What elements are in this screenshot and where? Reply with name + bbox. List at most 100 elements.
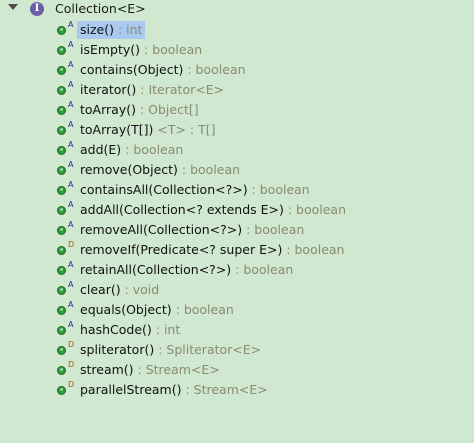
collapse-arrow-icon[interactable] — [8, 4, 18, 10]
member-return-type: : Spliterator<E> — [154, 342, 262, 357]
public-method-icon — [57, 206, 66, 215]
member-signature: spliterator() — [80, 342, 155, 357]
member-row[interactable]: DremoveIf(Predicate<? super E>) : boolea… — [0, 240, 474, 260]
public-method-icon — [57, 186, 66, 195]
public-method-icon — [57, 286, 66, 295]
root-label: Collection<E> — [55, 1, 146, 16]
member-row[interactable]: DparallelStream() : Stream<E> — [0, 380, 474, 400]
member-signature: iterator() — [80, 82, 137, 97]
abstract-modifier-icon: A — [68, 40, 74, 49]
abstract-modifier-icon: A — [68, 200, 74, 209]
member-label: spliterator() : Spliterator<E> — [77, 341, 264, 359]
member-label: retainAll(Collection<?>) : boolean — [77, 261, 296, 279]
member-row[interactable]: AretainAll(Collection<?>) : boolean — [0, 260, 474, 280]
tree-root-collection[interactable]: I Collection<E> — [0, 0, 474, 20]
member-row[interactable]: Dspliterator() : Spliterator<E> — [0, 340, 474, 360]
member-label: removeIf(Predicate<? super E>) : boolean — [77, 241, 347, 259]
member-signature: stream() — [80, 362, 134, 377]
member-label: parallelStream() : Stream<E> — [77, 381, 271, 399]
member-row[interactable]: AaddAll(Collection<? extends E>) : boole… — [0, 200, 474, 220]
member-row[interactable]: AtoArray(T[]) <T> : T[] — [0, 120, 474, 140]
abstract-modifier-icon: A — [68, 280, 74, 289]
member-return-type: : boolean — [247, 182, 310, 197]
member-return-type: : boolean — [242, 222, 305, 237]
member-label: remove(Object) : boolean — [77, 161, 243, 179]
member-row[interactable]: AremoveAll(Collection<?>) : boolean — [0, 220, 474, 240]
abstract-modifier-icon: A — [68, 60, 74, 69]
member-signature: remove(Object) — [80, 162, 178, 177]
default-modifier-icon: D — [68, 340, 75, 349]
member-signature: hashCode() — [80, 322, 152, 337]
member-row[interactable]: AisEmpty() : boolean — [0, 40, 474, 60]
public-method-icon — [57, 106, 66, 115]
member-label: toArray() : Object[] — [77, 101, 202, 119]
member-signature: equals(Object) — [80, 302, 172, 317]
public-method-icon — [57, 386, 66, 395]
member-label: contains(Object) : boolean — [77, 61, 249, 79]
member-row[interactable]: Aequals(Object) : boolean — [0, 300, 474, 320]
member-return-type: : int — [151, 322, 181, 337]
member-label: add(E) : boolean — [77, 141, 186, 159]
abstract-modifier-icon: A — [68, 100, 74, 109]
member-return-type: : boolean — [140, 42, 203, 57]
member-row[interactable]: AhashCode() : int — [0, 320, 474, 340]
member-label: iterator() : Iterator<E> — [77, 81, 227, 99]
member-return-type: : int — [114, 22, 143, 37]
member-row[interactable]: Aclear() : void — [0, 280, 474, 300]
member-label: addAll(Collection<? extends E>) : boolea… — [77, 201, 349, 219]
member-return-type: : Stream<E> — [133, 362, 220, 377]
public-method-icon — [57, 126, 66, 135]
member-signature: removeAll(Collection<?>) — [80, 222, 243, 237]
abstract-modifier-icon: A — [68, 320, 74, 329]
member-signature: addAll(Collection<? extends E>) — [80, 202, 284, 217]
member-label: clear() : void — [77, 281, 162, 299]
member-label: stream() : Stream<E> — [77, 361, 223, 379]
default-modifier-icon: D — [68, 380, 75, 389]
public-method-icon — [57, 166, 66, 175]
abstract-modifier-icon: A — [68, 180, 74, 189]
default-modifier-icon: D — [68, 360, 75, 369]
member-signature: retainAll(Collection<?>) — [80, 262, 232, 277]
public-method-icon — [57, 346, 66, 355]
public-method-icon — [57, 246, 66, 255]
member-signature: toArray(T[]) — [80, 122, 154, 137]
abstract-modifier-icon: A — [68, 20, 74, 29]
abstract-modifier-icon: A — [68, 120, 74, 129]
member-row[interactable]: AcontainsAll(Collection<?>) : boolean — [0, 180, 474, 200]
member-return-type: : Iterator<E> — [136, 82, 225, 97]
public-method-icon — [57, 26, 66, 35]
outline-tree: I Collection<E> Asize() : int AisEmpty() … — [0, 0, 474, 443]
member-row[interactable]: Aremove(Object) : boolean — [0, 160, 474, 180]
member-signature: parallelStream() — [80, 382, 182, 397]
member-signature: size() — [80, 22, 114, 37]
member-label: removeAll(Collection<?>) : boolean — [77, 221, 307, 239]
public-method-icon — [57, 326, 66, 335]
member-label: hashCode() : int — [77, 321, 183, 339]
member-label: equals(Object) : boolean — [77, 301, 237, 319]
member-return-type: : boolean — [171, 302, 234, 317]
member-row[interactable]: Dstream() : Stream<E> — [0, 360, 474, 380]
member-return-type: : boolean — [282, 242, 345, 257]
member-signature: add(E) — [80, 142, 122, 157]
public-method-icon — [57, 66, 66, 75]
member-row[interactable]: Asize() : int — [0, 20, 474, 40]
member-row[interactable]: Aadd(E) : boolean — [0, 140, 474, 160]
member-row[interactable]: Acontains(Object) : boolean — [0, 60, 474, 80]
public-method-icon — [57, 146, 66, 155]
member-return-type: : Object[] — [135, 102, 199, 117]
member-return-type: : boolean — [121, 142, 184, 157]
member-label: toArray(T[]) <T> : T[] — [77, 121, 218, 139]
public-method-icon — [57, 366, 66, 375]
public-method-icon — [57, 306, 66, 315]
abstract-modifier-icon: A — [68, 260, 74, 269]
interface-icon: I — [30, 2, 44, 16]
member-signature: containsAll(Collection<?>) — [80, 182, 248, 197]
member-signature: removeIf(Predicate<? super E>) — [80, 242, 283, 257]
abstract-modifier-icon: A — [68, 140, 74, 149]
abstract-modifier-icon: A — [68, 160, 74, 169]
member-label: size() : int — [77, 21, 146, 39]
member-row[interactable]: AtoArray() : Object[] — [0, 100, 474, 120]
public-method-icon — [57, 86, 66, 95]
public-method-icon — [57, 46, 66, 55]
member-row[interactable]: Aiterator() : Iterator<E> — [0, 80, 474, 100]
